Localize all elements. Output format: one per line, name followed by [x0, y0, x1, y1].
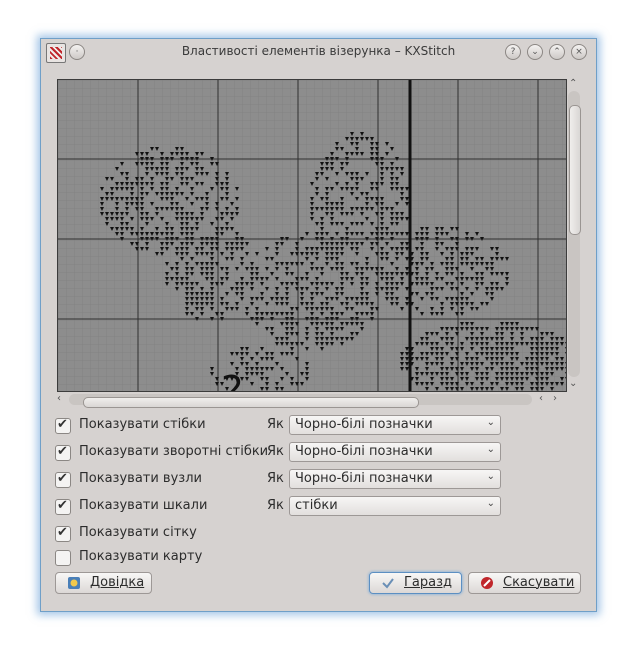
scroll-left-icon[interactable]: ‹ [57, 394, 61, 404]
cancel-button[interactable]: Скасувати [468, 572, 581, 594]
cancel-icon [481, 577, 493, 589]
help-book-icon [68, 577, 80, 589]
how-label: Як [267, 471, 284, 486]
scroll-left-icon[interactable]: ‹ [539, 394, 543, 404]
maximize-icon[interactable]: ⌃ [549, 44, 565, 60]
help-button-label: Довідка [90, 575, 145, 590]
show-stitches-checkbox[interactable] [55, 417, 71, 434]
horizontal-scrollbar[interactable]: ‹ ‹ › [57, 392, 579, 408]
minimize-icon[interactable]: ⌄ [527, 44, 543, 60]
ok-button-label: Гаразд [404, 575, 453, 590]
show-scales-checkbox[interactable] [55, 498, 71, 515]
scroll-down-icon[interactable]: ⌄ [569, 379, 577, 389]
checkmark-icon [382, 578, 394, 589]
show-grid-label[interactable]: Показувати сітку [79, 525, 197, 540]
title-bar[interactable]: · Властивості елементів візерунка – KXSt… [41, 39, 596, 65]
combo-value: Чорно-білі позначки [295, 471, 433, 486]
horizontal-scroll-track[interactable] [69, 394, 532, 408]
scroll-right-icon[interactable]: › [553, 394, 557, 404]
combo-value: Чорно-білі позначки [295, 417, 433, 432]
knots-format-combo[interactable]: Чорно-білі позначки ⌄ [289, 469, 501, 489]
show-knots-label[interactable]: Показувати вузли [79, 471, 202, 486]
show-stitches-label[interactable]: Показувати стібки [79, 417, 206, 432]
how-label: Як [267, 444, 284, 459]
stitches-format-combo[interactable]: Чорно-білі позначки ⌄ [289, 415, 501, 435]
combo-value: Чорно-білі позначки [295, 444, 433, 459]
chevron-down-icon: ⌄ [486, 471, 495, 482]
show-map-label[interactable]: Показувати карту [79, 549, 202, 564]
scales-format-combo[interactable]: стібки ⌄ [289, 496, 501, 516]
vertical-scrollbar[interactable]: ⌃ ⌄ [567, 79, 581, 390]
help-button[interactable]: Довідка [55, 572, 152, 594]
show-backstitches-checkbox[interactable] [55, 444, 71, 461]
show-backstitches-label[interactable]: Показувати зворотні стібки [79, 444, 268, 459]
horizontal-scroll-thumb[interactable] [83, 397, 419, 408]
chevron-down-icon: ⌄ [486, 498, 495, 509]
how-label: Як [267, 498, 284, 513]
show-map-checkbox[interactable] [55, 550, 71, 566]
cancel-button-label: Скасувати [503, 575, 575, 590]
vertical-scroll-thumb[interactable] [569, 105, 581, 235]
backstitches-format-combo[interactable]: Чорно-білі позначки ⌄ [289, 442, 501, 462]
help-icon[interactable]: ? [505, 44, 521, 60]
show-grid-checkbox[interactable] [55, 525, 71, 542]
pattern-grid: 2 [58, 80, 566, 391]
combo-value: стібки [295, 498, 338, 513]
chevron-down-icon: ⌄ [486, 417, 495, 428]
show-scales-label[interactable]: Показувати шкали [79, 498, 207, 513]
scroll-up-icon[interactable]: ⌃ [569, 79, 577, 89]
pattern-preview[interactable]: 2 [57, 79, 567, 392]
close-icon[interactable]: × [571, 44, 587, 60]
how-label: Як [267, 417, 284, 432]
ok-button[interactable]: Гаразд [369, 572, 462, 594]
vertical-scroll-track[interactable] [568, 91, 581, 377]
dialog-window: · Властивості елементів візерунка – KXSt… [40, 38, 597, 612]
svg-text:2: 2 [221, 369, 244, 391]
show-knots-checkbox[interactable] [55, 471, 71, 488]
chevron-down-icon: ⌄ [486, 444, 495, 455]
